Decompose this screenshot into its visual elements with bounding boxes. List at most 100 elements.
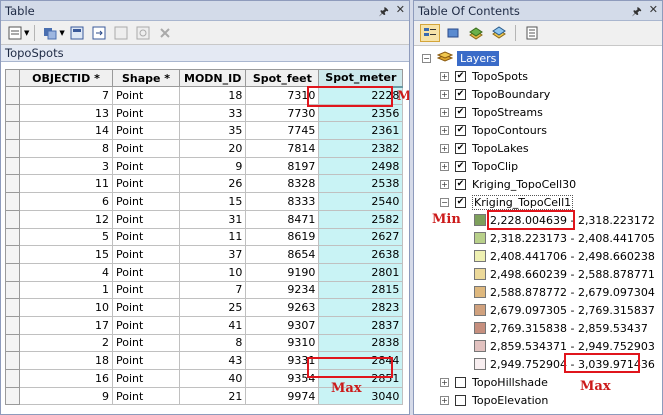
cell-modn-id[interactable]: 40 — [178, 369, 247, 388]
legend-class[interactable]: 2,498.660239 - 2,588.878771 — [474, 265, 655, 283]
cell-modn-id[interactable]: 43 — [178, 351, 247, 370]
cell-objectid[interactable]: 16 — [19, 369, 113, 388]
close-icon[interactable]: ✕ — [649, 3, 658, 22]
cell-spot-feet[interactable]: 7745 — [245, 121, 320, 141]
row-selector[interactable] — [5, 386, 20, 406]
legend-swatch[interactable] — [474, 232, 486, 244]
cell-shape[interactable]: Point — [112, 227, 180, 247]
cell-shape[interactable]: Point — [112, 209, 180, 229]
table-row[interactable]: 5 Point 11 8619 2627 — [5, 227, 404, 247]
row-selector[interactable] — [5, 121, 20, 141]
table-row[interactable]: 1 Point 7 9234 2815 — [5, 280, 404, 300]
expand-icon[interactable]: + — [440, 143, 449, 153]
cell-spot-feet[interactable]: 8333 — [245, 192, 320, 211]
expand-icon[interactable]: + — [440, 125, 449, 135]
cell-shape[interactable]: Point — [112, 103, 180, 123]
cell-spot-feet[interactable]: 9307 — [245, 315, 320, 335]
related-tables-icon[interactable] — [40, 24, 60, 42]
collapse-icon[interactable]: − — [440, 197, 449, 207]
table-row[interactable]: 8 Point 20 7814 2382 — [5, 139, 404, 158]
cell-objectid[interactable]: 10 — [19, 298, 113, 317]
cell-spot-feet[interactable]: 7730 — [245, 103, 320, 123]
table-row[interactable]: 17 Point 41 9307 2837 — [5, 315, 404, 335]
legend-class[interactable]: 2,588.878772 - 2,679.097304 — [474, 283, 655, 301]
row-selector[interactable] — [5, 86, 20, 105]
legend-class[interactable]: 2,679.097305 - 2,769.315837 — [474, 301, 655, 319]
cell-objectid[interactable]: 14 — [19, 121, 113, 141]
expand-icon[interactable]: + — [440, 161, 449, 171]
cell-modn-id[interactable]: 7 — [178, 280, 247, 300]
cell-shape[interactable]: Point — [112, 280, 180, 300]
legend-class[interactable]: 2,859.534371 - 2,949.752903 — [474, 337, 655, 355]
cell-shape[interactable]: Point — [112, 351, 180, 370]
cell-spot-feet[interactable]: 8471 — [245, 209, 320, 229]
legend-class[interactable]: 2,228.004639 - 2,318.223172 — [474, 211, 655, 229]
legend-swatch[interactable] — [474, 250, 486, 262]
visibility-checkbox[interactable]: ✔ — [455, 142, 466, 154]
toc-layer-topoboundary[interactable]: + ✔ TopoBoundary — [440, 85, 550, 103]
cell-modn-id[interactable]: 15 — [178, 192, 247, 211]
row-selector[interactable] — [5, 298, 20, 317]
toc-layer-topolakes[interactable]: + ✔ TopoLakes — [440, 139, 529, 157]
legend-class[interactable]: 2,769.315838 - 2,859.53437 — [474, 319, 648, 337]
cell-modn-id[interactable]: 41 — [178, 315, 247, 335]
cell-modn-id[interactable]: 20 — [178, 139, 247, 158]
visibility-checkbox[interactable]: ✔ — [455, 70, 466, 82]
cell-shape[interactable]: Point — [112, 156, 180, 176]
column-header-modn-id[interactable]: MODN_ID — [178, 69, 247, 87]
table-row[interactable]: 14 Point 35 7745 2361 — [5, 121, 404, 141]
cell-objectid[interactable]: 12 — [19, 209, 113, 229]
cell-shape[interactable]: Point — [112, 369, 180, 388]
legend-swatch[interactable] — [474, 358, 486, 370]
row-selector[interactable] — [5, 245, 20, 264]
cell-shape[interactable]: Point — [112, 333, 180, 353]
legend-swatch[interactable] — [474, 304, 486, 316]
layers-root[interactable]: − Layers — [422, 49, 500, 67]
table-row[interactable]: 10 Point 25 9263 2823 — [5, 298, 404, 317]
legend-swatch[interactable] — [474, 322, 486, 334]
expand-icon[interactable]: + — [440, 89, 449, 99]
visibility-checkbox[interactable]: ✔ — [455, 106, 466, 118]
cell-spot-feet[interactable]: 8197 — [245, 156, 320, 176]
row-selector[interactable] — [5, 156, 20, 176]
row-selector[interactable] — [5, 315, 20, 335]
cell-shape[interactable]: Point — [112, 192, 180, 211]
legend-swatch[interactable] — [474, 268, 486, 280]
clear-selection-icon[interactable] — [111, 24, 131, 42]
close-icon[interactable]: ✕ — [396, 3, 405, 22]
cell-objectid[interactable]: 1 — [19, 280, 113, 300]
cell-spot-meter[interactable]: 2815 — [318, 280, 404, 300]
cell-spot-feet[interactable]: 9354 — [245, 369, 320, 388]
cell-spot-meter[interactable]: 2837 — [318, 315, 404, 335]
legend-class[interactable]: 2,408.441706 - 2,498.660238 — [474, 247, 655, 265]
cell-modn-id[interactable]: 8 — [178, 333, 247, 353]
select-by-attributes-icon[interactable] — [67, 24, 87, 42]
cell-objectid[interactable]: 9 — [19, 386, 113, 406]
column-header-objectid[interactable]: OBJECTID * — [19, 69, 113, 87]
cell-shape[interactable]: Point — [112, 86, 180, 105]
cell-spot-meter[interactable]: 2538 — [318, 174, 404, 194]
expand-icon[interactable]: + — [440, 179, 449, 189]
row-selector[interactable] — [5, 103, 20, 123]
chevron-down-icon[interactable]: ▼ — [24, 29, 29, 37]
cell-spot-meter[interactable]: 2823 — [318, 298, 404, 317]
toc-layer-topohillshade[interactable]: + TopoHillshade — [440, 373, 548, 391]
row-selector[interactable] — [5, 174, 20, 194]
cell-modn-id[interactable]: 37 — [178, 245, 247, 264]
table-row[interactable]: 7 Point 18 7310 2228 — [5, 86, 404, 105]
toc-layer-topostreams[interactable]: + ✔ TopoStreams — [440, 103, 543, 121]
toc-layer-topospots[interactable]: + ✔ TopoSpots — [440, 67, 528, 85]
expand-icon[interactable]: + — [440, 377, 449, 387]
cell-objectid[interactable]: 6 — [19, 192, 113, 211]
cell-spot-meter[interactable]: 2228 — [318, 86, 404, 105]
cell-objectid[interactable]: 11 — [19, 174, 113, 194]
list-by-source-icon[interactable] — [443, 24, 463, 42]
cell-spot-feet[interactable]: 9190 — [245, 262, 320, 282]
cell-spot-feet[interactable]: 8654 — [245, 245, 320, 264]
toc-layer-topoclip[interactable]: + ✔ TopoClip — [440, 157, 518, 175]
pin-icon[interactable]: 🖈 — [632, 3, 642, 22]
cell-objectid[interactable]: 3 — [19, 156, 113, 176]
table-row[interactable]: 6 Point 15 8333 2540 — [5, 192, 404, 211]
list-by-selection-icon[interactable] — [489, 24, 509, 42]
cell-spot-meter[interactable]: 2638 — [318, 245, 404, 264]
